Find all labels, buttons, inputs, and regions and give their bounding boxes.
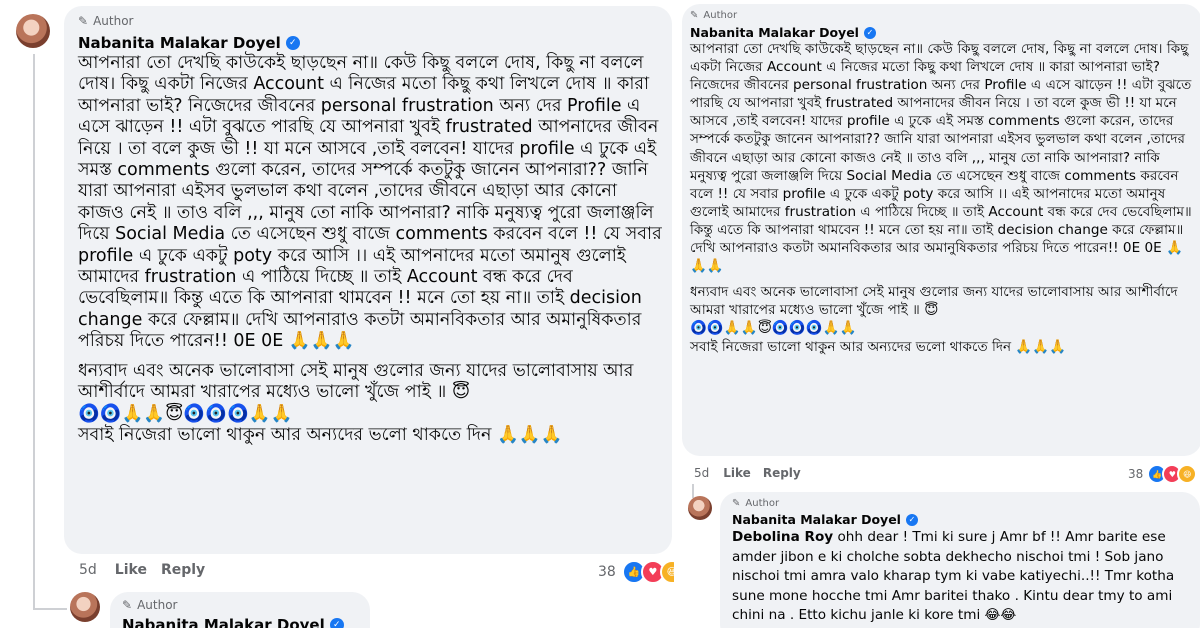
laughing-face-icon: 😆 [1177,464,1198,484]
reply-author-avatar[interactable] [688,496,712,520]
reaction-count: 38 [1128,467,1144,481]
comment-bubble: ✎ Author Nabanita Malakar Doyel ✓ আপনারা… [682,4,1200,456]
reply-author-name[interactable]: Nabanita Malakar Doyel [122,616,325,628]
comment-actions: 5d Like Reply [694,466,801,480]
right-screenshot: ✎ Author Nabanita Malakar Doyel ✓ আপনারা… [674,0,1200,628]
like-button[interactable]: Like [115,562,147,578]
author-avatar[interactable] [16,14,50,48]
thread-connector-line [33,54,35,610]
comment-text-paragraph-3: সবাই নিজেরা ভালো থাকুন আর অন্যদের ভলো থা… [78,424,563,445]
reaction-summary[interactable]: 38 👍 ♥ 😆 [1128,464,1198,484]
pencil-icon: ✎ [78,14,89,28]
verified-badge-icon: ✓ [863,26,876,39]
comment-text-paragraph-2: ধন্যবাদ এবং অনেক ভালোবাসা সেই মানুষ গুলো… [690,284,1182,319]
author-badge: ✎ Author [690,10,738,21]
reply-author-name[interactable]: Nabanita Malakar Doyel [732,512,901,527]
reply-author-badge: Author [745,498,780,509]
comment-actions: 5d Like Reply [79,562,205,578]
reply-bubble: ✎ Author Nabanita Malakar Doyel ✓ Deboli… [720,492,1200,628]
author-name[interactable]: Nabanita Malakar Doyel [78,34,281,52]
comment-time[interactable]: 5d [79,562,97,578]
reply-button[interactable]: Reply [763,466,801,480]
comment-text-paragraph-3: সবাই নিজেরা ভালো থাকুন আর অন্যদের ভলো থা… [690,338,1067,355]
verified-badge-icon: ✓ [285,36,300,50]
pencil-icon: ✎ [690,10,699,21]
laughing-face-icon: 😆 [659,560,674,584]
verified-badge-icon: ✓ [905,513,918,526]
reaction-summary[interactable]: 38 👍 ♥ 😆 [598,560,674,584]
reply-text: Debolina Roy ohh dear ! Tmi ki sure j Am… [732,528,1192,626]
thread-connector-line [692,484,694,498]
reaction-count: 38 [598,564,616,580]
author-name[interactable]: Nabanita Malakar Doyel [690,25,859,40]
pencil-icon: ✎ [732,498,741,509]
reply-author-badge: Author [137,598,178,612]
comment-text-paragraph-1: আপনারা তো দেখছি কাউকেই ছাড়ছেন না॥ কেউ ক… [690,41,1197,275]
comment-emoji-line: 🧿🧿🙏🙏😇🧿🧿🧿🙏🙏 [78,403,293,424]
comment-emoji-line: 🧿🧿🙏🙏😇🧿🧿🧿🙏🙏 [690,320,857,337]
thread-branch-line [33,608,67,610]
comment-time[interactable]: 5d [694,466,709,480]
mention-link[interactable]: Debolina Roy [732,529,833,545]
like-button[interactable]: Like [723,466,751,480]
reply-button[interactable]: Reply [161,562,205,578]
left-screenshot: ✎ Author Nabanita Malakar Doyel ✓ আপনারা… [0,0,674,628]
verified-badge-icon: ✓ [329,618,344,628]
comment-bubble: ✎ Author Nabanita Malakar Doyel ✓ আপনারা… [64,6,672,554]
pencil-icon: ✎ [122,598,133,612]
comment-text-paragraph-2: ধন্যবাদ এবং অনেক ভালোবাসা সেই মানুষ গুলো… [78,360,639,403]
author-badge: ✎ Author [78,14,134,28]
comment-text-paragraph-1: আপনারা তো দেখছি কাউকেই ছাড়ছেন না॥ কেউ ক… [78,53,668,352]
reply-bubble: ✎ Author Nabanita Malakar Doyel ✓ [110,592,370,628]
reply-author-avatar[interactable] [70,592,100,622]
